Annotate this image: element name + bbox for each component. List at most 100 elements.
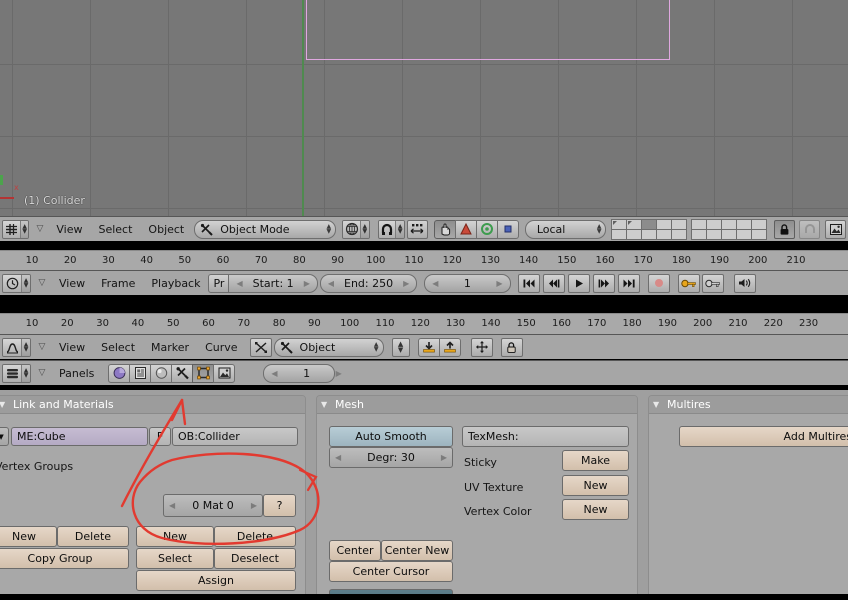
layer-cell[interactable] — [642, 219, 657, 229]
orientation-updown-icon[interactable]: ▲ ▼ — [593, 224, 602, 235]
transform-orientation-selector[interactable]: Local ▲ ▼ — [524, 219, 607, 239]
pivot-selector[interactable]: ▲ ▼ — [377, 219, 405, 239]
layer-cell[interactable] — [737, 219, 752, 229]
timeline-ruler[interactable]: 10 20 30 40 50 60 70 80 90 100 110 120 130 140 150 160 1… — [0, 250, 848, 271]
panel-collapse-triangle-icon[interactable]: ▼ — [321, 400, 335, 409]
record-icon[interactable] — [647, 273, 670, 293]
menu-marker[interactable]: Marker — [143, 338, 197, 357]
selected-object-outline[interactable] — [306, 0, 670, 60]
context-number-field[interactable]: ◀ 1 ▶ — [263, 363, 342, 383]
increment-icon[interactable]: ▶ — [399, 279, 413, 288]
lock-icon[interactable] — [774, 219, 796, 239]
uv-texture-new-button[interactable]: New — [562, 475, 629, 496]
auto-smooth-degrees-field[interactable]: ◀ Degr: 30 ▶ — [329, 447, 453, 468]
menu-view[interactable]: View — [48, 220, 90, 239]
collapse-triangle-icon[interactable]: ▽ — [33, 368, 51, 378]
render-image-icon[interactable] — [825, 219, 846, 239]
layer-block-2[interactable] — [691, 218, 768, 240]
increment-icon[interactable]: ▶ — [332, 369, 346, 378]
layer-cell[interactable] — [657, 229, 672, 239]
layer-cell[interactable] — [707, 219, 722, 229]
editor-type-arrows-icon[interactable]: ▲ ▼ — [21, 338, 30, 356]
object-icon[interactable] — [171, 363, 194, 383]
menu-view[interactable]: View — [51, 274, 93, 293]
material-deselect-button[interactable]: Deselect — [214, 548, 296, 569]
add-multires-button[interactable]: Add Multires — [679, 426, 848, 447]
collapse-triangle-icon[interactable]: ▽ — [33, 342, 51, 352]
object-name-field[interactable]: OB:Collider — [172, 427, 298, 446]
delete-key-icon[interactable] — [701, 273, 724, 293]
menu-panels[interactable]: Panels — [51, 364, 102, 383]
mesh-datablock-selector[interactable]: ▲▼ — [0, 427, 9, 446]
panel-collapse-triangle-icon[interactable]: ▼ — [0, 400, 13, 409]
decrement-icon[interactable]: ◀ — [232, 279, 246, 288]
manipulator-square-icon[interactable] — [496, 219, 519, 239]
layer-cell[interactable] — [627, 229, 642, 239]
key-down-icon[interactable] — [417, 337, 440, 357]
pr-button[interactable]: Pr — [208, 273, 230, 293]
layer-block-1[interactable] — [611, 218, 688, 240]
jump-to-end-icon[interactable] — [617, 273, 640, 293]
manipulator-scale-icon[interactable] — [475, 219, 498, 239]
increment-icon[interactable]: ▶ — [251, 501, 257, 510]
layer-cell[interactable] — [737, 229, 752, 239]
decrement-icon[interactable]: ◀ — [428, 279, 442, 288]
3d-viewport[interactable]: x (1) Collider — [0, 0, 848, 216]
layer-cell[interactable] — [672, 219, 687, 229]
interaction-mode-selector[interactable]: Object Mode ▲ ▼ — [194, 219, 337, 239]
ghost-magnet-icon[interactable] — [799, 219, 821, 239]
center-cursor-button[interactable]: Center Cursor — [329, 561, 453, 582]
ipo-datablock-selector[interactable]: Object ▲ ▼ — [273, 337, 384, 357]
material-new-button[interactable]: New — [136, 526, 214, 547]
layer-cell[interactable] — [612, 229, 627, 239]
collapse-triangle-icon[interactable]: ▽ — [31, 224, 48, 234]
layer-cell[interactable] — [722, 219, 737, 229]
panel-header-mesh[interactable]: ▼ Mesh — [317, 396, 637, 414]
material-select-button[interactable]: Select — [136, 548, 214, 569]
logic-icon[interactable] — [108, 363, 131, 383]
jump-to-start-icon[interactable] — [517, 273, 540, 293]
layer-buttons[interactable] — [611, 218, 771, 240]
material-delete-button[interactable]: Delete — [214, 526, 296, 547]
increment-icon[interactable]: ▶ — [492, 279, 506, 288]
collapse-triangle-icon[interactable]: ▽ — [33, 278, 51, 288]
menu-curve[interactable]: Curve — [197, 338, 245, 357]
menu-object[interactable]: Object — [140, 220, 192, 239]
sticky-make-button[interactable]: Make — [562, 450, 629, 471]
menu-frame[interactable]: Frame — [93, 274, 143, 293]
panel-collapse-triangle-icon[interactable]: ▼ — [653, 400, 667, 409]
manipulator-hand-icon[interactable] — [433, 219, 456, 239]
scene-render-icon[interactable] — [213, 363, 236, 383]
mesh-name-field[interactable]: ME:Cube — [11, 427, 148, 446]
editor-type-selector-buttons[interactable]: ▲ ▼ — [2, 363, 31, 383]
script-icon[interactable] — [129, 363, 152, 383]
vertex-group-delete-button[interactable]: Delete — [57, 526, 129, 547]
panel-header-link-and-materials[interactable]: ▼ Link and Materials — [0, 396, 305, 414]
layer-cell[interactable] — [752, 229, 767, 239]
layer-cell[interactable] — [692, 219, 707, 229]
menu-select[interactable]: Select — [90, 220, 140, 239]
editing-mesh-icon[interactable] — [192, 363, 215, 383]
draw-type-arrows-icon[interactable]: ▲ ▼ — [360, 220, 369, 238]
lock-icon[interactable] — [500, 337, 523, 357]
layer-cell[interactable] — [722, 229, 737, 239]
step-back-icon[interactable] — [542, 273, 565, 293]
increment-icon[interactable]: ▶ — [441, 453, 447, 462]
menu-playback[interactable]: Playback — [143, 274, 208, 293]
layer-cell[interactable] — [692, 229, 707, 239]
layer-cell[interactable] — [612, 219, 627, 229]
center-button[interactable]: Center — [329, 540, 381, 561]
draw-type-selector[interactable]: ▲ ▼ — [342, 219, 370, 239]
vertex-group-new-button[interactable]: New — [0, 526, 57, 547]
layer-cell[interactable] — [752, 219, 767, 229]
vertex-color-new-button[interactable]: New — [562, 499, 629, 520]
step-forward-icon[interactable] — [592, 273, 615, 293]
layer-cell[interactable] — [707, 229, 722, 239]
editor-type-arrows-icon[interactable]: ▲ ▼ — [21, 274, 30, 292]
editor-type-selector-timeline[interactable]: ▲ ▼ — [2, 273, 31, 293]
pivot-median-icon[interactable] — [407, 219, 428, 239]
material-index-field[interactable]: ◀ 0 Mat 0 ▶ — [163, 494, 263, 517]
menu-select[interactable]: Select — [93, 338, 143, 357]
decrement-icon[interactable]: ◀ — [267, 369, 281, 378]
increment-icon[interactable]: ▶ — [300, 279, 314, 288]
